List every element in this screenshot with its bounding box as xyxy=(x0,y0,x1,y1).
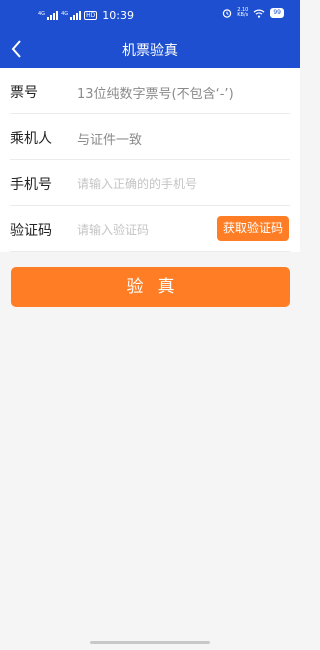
battery-icon: 99 xyxy=(270,8,284,18)
signal-icon: 4G xyxy=(38,11,59,20)
hd-voice-icon: HD xyxy=(84,11,98,20)
ticket-number-label: 票号 xyxy=(10,85,38,101)
status-bar: 4G 4G HD 10:39 2.10 KB/s 99 xyxy=(0,0,300,30)
alarm-icon xyxy=(223,9,232,18)
nav-bar: 机票验真 xyxy=(0,30,300,68)
ticket-number-input[interactable]: 13位纯数字票号(不包含‘-’) xyxy=(77,83,234,102)
signal-type-label-2: 4G xyxy=(61,11,69,17)
phone-input[interactable]: 请输入正确的的手机号 xyxy=(77,175,197,192)
passenger-row: 乘机人 与证件一致 xyxy=(10,114,290,160)
signal-type-label: 4G xyxy=(38,11,46,17)
status-right: 2.10 KB/s 99 xyxy=(222,8,284,18)
home-indicator[interactable] xyxy=(90,641,210,644)
ticket-number-row: 票号 13位纯数字票号(不包含‘-’) xyxy=(10,68,290,114)
verify-form: 票号 13位纯数字票号(不包含‘-’) 乘机人 与证件一致 手机号 请输入正确的… xyxy=(0,68,300,252)
verify-button[interactable]: 验真 xyxy=(11,267,290,307)
signal-icon-2: 4G xyxy=(61,11,82,20)
get-code-button[interactable]: 获取验证码 xyxy=(217,216,289,241)
net-speed: 2.10 KB/s xyxy=(237,8,248,18)
net-speed-unit: KB/s xyxy=(237,12,249,18)
passenger-label: 乘机人 xyxy=(10,131,52,147)
status-time: 10:39 xyxy=(102,9,134,22)
code-row: 验证码 请输入验证码 获取验证码 xyxy=(10,206,290,252)
phone-row: 手机号 请输入正确的的手机号 xyxy=(10,160,290,206)
page-title: 机票验真 xyxy=(122,43,178,59)
phone-label: 手机号 xyxy=(10,177,52,193)
code-input[interactable]: 请输入验证码 xyxy=(77,221,149,238)
passenger-input[interactable]: 与证件一致 xyxy=(77,129,142,148)
wifi-icon xyxy=(253,9,265,18)
code-label: 验证码 xyxy=(10,223,52,239)
status-left: 4G 4G HD 10:39 xyxy=(38,9,134,22)
